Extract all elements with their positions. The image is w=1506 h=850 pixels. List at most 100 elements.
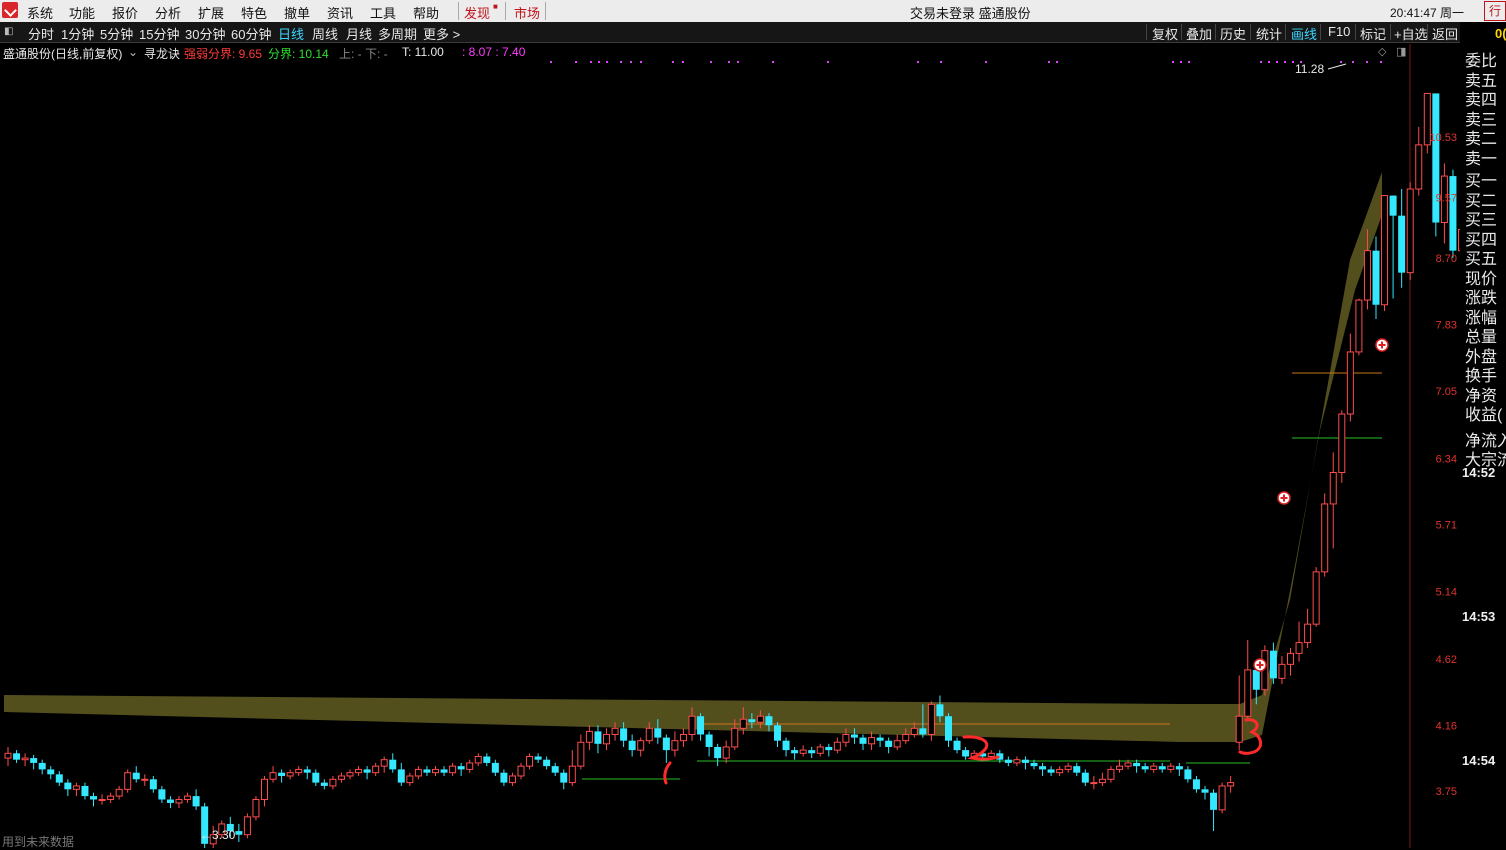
- candle-body-up: [1013, 759, 1021, 764]
- price-tick-label: 7.83: [1436, 320, 1457, 332]
- signal-dot: [1284, 61, 1286, 63]
- price-tick-label: 3.75: [1436, 786, 1457, 798]
- candle-body-up: [466, 762, 474, 770]
- candle-body-up: [261, 778, 268, 801]
- candle-body-down: [13, 753, 21, 760]
- candle-body-up: [603, 733, 610, 745]
- candle-body-down: [936, 704, 944, 717]
- candle-body-down: [1158, 766, 1166, 770]
- candle-body-down: [654, 728, 662, 738]
- candle-body-down: [303, 769, 311, 773]
- side-label-5: 卖一: [1465, 150, 1498, 168]
- candle-body-up: [902, 733, 910, 742]
- candle-body-up: [432, 768, 439, 774]
- candle-body-down: [1201, 789, 1209, 793]
- quote-side-panel: 委比 卖五 卖四 卖三 卖二 卖一 买一 买二 买三 买四 买五 现价 涨跌 涨幅 总量 外盘 换手 净资 收益(净…: [1462, 43, 1506, 469]
- signal-dot: [620, 61, 622, 63]
- candle-body-down: [483, 756, 491, 763]
- kline-chart[interactable]: 11.28 ←3.30 10.53 9.57 8.70 7.83 7.05 6.34 5.71 5…: [0, 0, 1460, 848]
- signal-dot: [550, 61, 552, 63]
- low-price-label: ←3.30: [200, 828, 236, 842]
- price-tick-label: 5.71: [1436, 520, 1457, 532]
- signal-dot: [1352, 61, 1354, 63]
- candle-body-down: [500, 772, 508, 783]
- candle-body-down: [30, 758, 38, 763]
- candle-body-up: [1244, 669, 1252, 717]
- candle-body-up: [1287, 652, 1294, 665]
- candle-body-up: [671, 740, 679, 751]
- signal-dot: [827, 61, 829, 63]
- side-time-1: 14:52: [1462, 465, 1496, 480]
- signal-dot: [985, 61, 987, 63]
- candle-body-up: [637, 740, 645, 751]
- candle-body-up: [1295, 642, 1303, 654]
- candle-body-up: [269, 772, 277, 780]
- candle-body-up: [1167, 765, 1175, 770]
- candle-body-down: [1269, 650, 1277, 679]
- price-tick-label: 4.16: [1436, 720, 1457, 732]
- candle-body-up: [927, 703, 935, 735]
- candle-body-up: [1406, 188, 1414, 274]
- candle-body-down: [825, 746, 833, 751]
- signal-dot: [1172, 61, 1174, 63]
- hand-mark-1: [663, 761, 672, 785]
- candle-body-down: [782, 740, 790, 751]
- candle-body-up: [21, 757, 29, 761]
- candle-body-up: [868, 737, 876, 745]
- candle-body-down: [714, 746, 722, 759]
- candle-body-down: [47, 769, 55, 775]
- candle-body-down: [962, 750, 970, 757]
- candle-body-up: [577, 741, 585, 767]
- candle-body-down: [1133, 762, 1141, 767]
- candle-body-up: [124, 772, 132, 790]
- signal-dot: [1340, 61, 1342, 63]
- candle-body-up: [517, 765, 525, 777]
- signal-dot: [575, 61, 577, 63]
- signal-dot: [737, 61, 739, 63]
- candle-body-up: [1312, 571, 1320, 625]
- candle-body-up: [1227, 782, 1235, 787]
- footer-note: 用到未来数据: [2, 835, 75, 849]
- signal-dot: [1380, 61, 1382, 63]
- candle-body-up: [72, 785, 80, 790]
- candle-body-up: [329, 778, 337, 787]
- candle-body-up: [346, 772, 354, 777]
- candle-body-up: [722, 746, 730, 759]
- signal-dot: [1366, 61, 1368, 63]
- candle-body-down: [748, 719, 756, 723]
- candle-body-down: [628, 740, 636, 751]
- signal-dot: [1268, 61, 1270, 63]
- side-time-2: 14:53: [1462, 609, 1496, 624]
- candle-body-down: [765, 716, 773, 726]
- candle-body-up: [107, 795, 115, 801]
- candle-body-up: [731, 727, 739, 748]
- price-tick-label: 9.57: [1436, 193, 1457, 205]
- signal-dot: [672, 61, 674, 63]
- candle-body-up: [474, 755, 482, 764]
- candle-body-up: [645, 727, 653, 742]
- signal-dot: [710, 61, 712, 63]
- candle-body-up: [1381, 195, 1389, 306]
- signal-dot: [1260, 61, 1262, 63]
- candle-body-up: [842, 733, 850, 743]
- candle-body-up: [585, 730, 593, 743]
- high-price-label: 11.28: [1295, 62, 1324, 76]
- candle-body-up: [1278, 663, 1286, 679]
- trade-button[interactable]: 行: [1484, 1, 1506, 21]
- candle-body-down: [859, 737, 867, 744]
- candle-body-up: [1107, 768, 1115, 780]
- candle-body-down: [808, 750, 816, 754]
- candle-body-down: [397, 769, 405, 783]
- signal-dot: [1048, 61, 1050, 63]
- candle-body-down: [278, 772, 286, 776]
- candle-body-down: [149, 779, 157, 790]
- candle-body-down: [1081, 772, 1089, 783]
- signal-dot: [590, 61, 592, 63]
- candle-body-up: [449, 765, 457, 774]
- candle-body-up: [1098, 778, 1106, 784]
- candle-body-up: [1363, 250, 1371, 301]
- candle-body-up: [252, 799, 260, 818]
- candle-body-down: [1039, 766, 1047, 770]
- candle-body-up: [816, 746, 824, 754]
- candle-body-down: [945, 716, 952, 741]
